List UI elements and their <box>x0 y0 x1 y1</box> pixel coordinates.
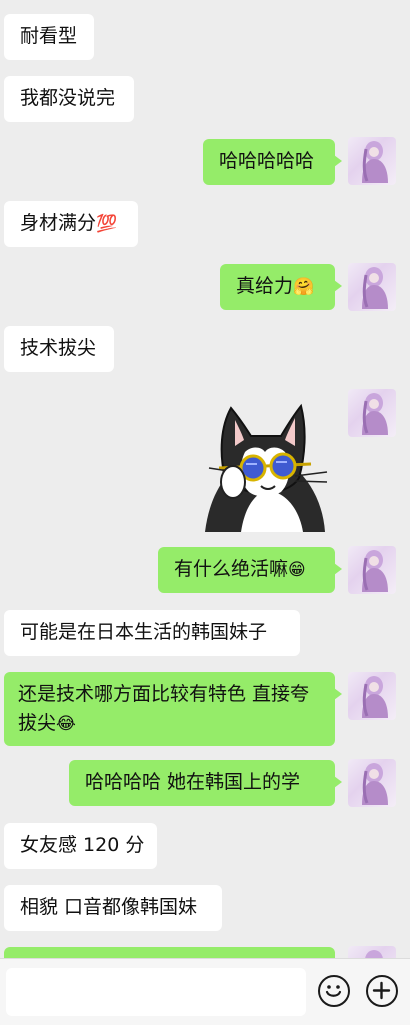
avatar-image <box>365 950 383 958</box>
incoming-message-bubble[interactable]: 女友感 120 分 <box>4 823 157 869</box>
chat-message-list[interactable]: 耐看型 我都没说完 哈哈哈哈哈 身材满分💯 真给力🤗 技术拔尖 有什么绝活嘛😁 … <box>0 0 410 958</box>
outgoing-message-bubble-partial[interactable] <box>4 947 335 958</box>
outgoing-message-bubble[interactable]: 真给力🤗 <box>220 264 342 310</box>
my-avatar[interactable] <box>348 546 396 594</box>
message-text: 身材满分 <box>20 212 97 234</box>
message-text: 真给力 <box>236 275 294 297</box>
add-button[interactable] <box>366 975 398 1007</box>
message-text: 我都没说完 <box>20 87 116 109</box>
incoming-message-bubble[interactable]: 身材满分💯 <box>4 201 138 247</box>
outgoing-message-bubble[interactable]: 有什么绝活嘛😁 <box>158 547 342 593</box>
cat-with-sunglasses-sticker[interactable] <box>195 402 335 534</box>
avatar-image <box>362 763 388 805</box>
avatar-image <box>362 141 388 183</box>
outgoing-message-bubble[interactable]: 还是技术哪方面比较有特色 直接夸拔尖😂 <box>4 672 342 746</box>
my-avatar[interactable] <box>348 389 396 437</box>
outgoing-message-bubble[interactable]: 哈哈哈哈 她在韩国上的学 <box>69 760 342 806</box>
message-text: 哈哈哈哈哈 <box>219 150 315 172</box>
outgoing-message-bubble[interactable]: 哈哈哈哈哈 <box>203 139 342 185</box>
incoming-message-bubble[interactable]: 耐看型 <box>4 14 94 60</box>
avatar-image <box>362 267 388 309</box>
smiley-face-icon <box>325 985 342 997</box>
message-text: 技术拔尖 <box>20 337 97 359</box>
cat-sticker-image <box>205 403 328 532</box>
incoming-message-bubble[interactable]: 技术拔尖 <box>4 326 114 372</box>
my-avatar[interactable] <box>348 672 396 720</box>
message-input[interactable] <box>6 968 306 1016</box>
my-avatar[interactable] <box>348 137 396 185</box>
message-text: 有什么绝活嘛 <box>174 558 289 580</box>
emoji-button[interactable] <box>318 975 350 1007</box>
message-text: 相貌 口音都像韩国妹 <box>20 896 198 918</box>
incoming-message-bubble[interactable]: 相貌 口音都像韩国妹 <box>4 885 222 931</box>
grinning-face-emoji-icon: 😁 <box>288 560 306 580</box>
message-text: 耐看型 <box>20 25 78 47</box>
tears-of-joy-emoji-icon: 😂 <box>56 714 76 734</box>
avatar-image <box>362 676 388 718</box>
hundred-points-emoji-icon: 💯 <box>96 214 118 234</box>
my-avatar[interactable] <box>348 263 396 311</box>
message-text: 女友感 120 分 <box>20 834 145 856</box>
my-avatar[interactable] <box>348 759 396 807</box>
avatar-image <box>362 393 388 435</box>
incoming-message-bubble[interactable]: 可能是在日本生活的韩国妹子 <box>4 610 300 656</box>
incoming-message-bubble[interactable]: 我都没说完 <box>4 76 134 122</box>
my-avatar[interactable] <box>348 946 396 958</box>
message-text: 哈哈哈哈 她在韩国上的学 <box>85 771 301 793</box>
message-composer <box>0 958 410 1025</box>
avatar-image <box>362 550 388 592</box>
message-text: 可能是在日本生活的韩国妹子 <box>20 621 268 643</box>
plus-circle-icon <box>372 981 391 1000</box>
hugging-face-emoji-icon: 🤗 <box>293 277 315 297</box>
